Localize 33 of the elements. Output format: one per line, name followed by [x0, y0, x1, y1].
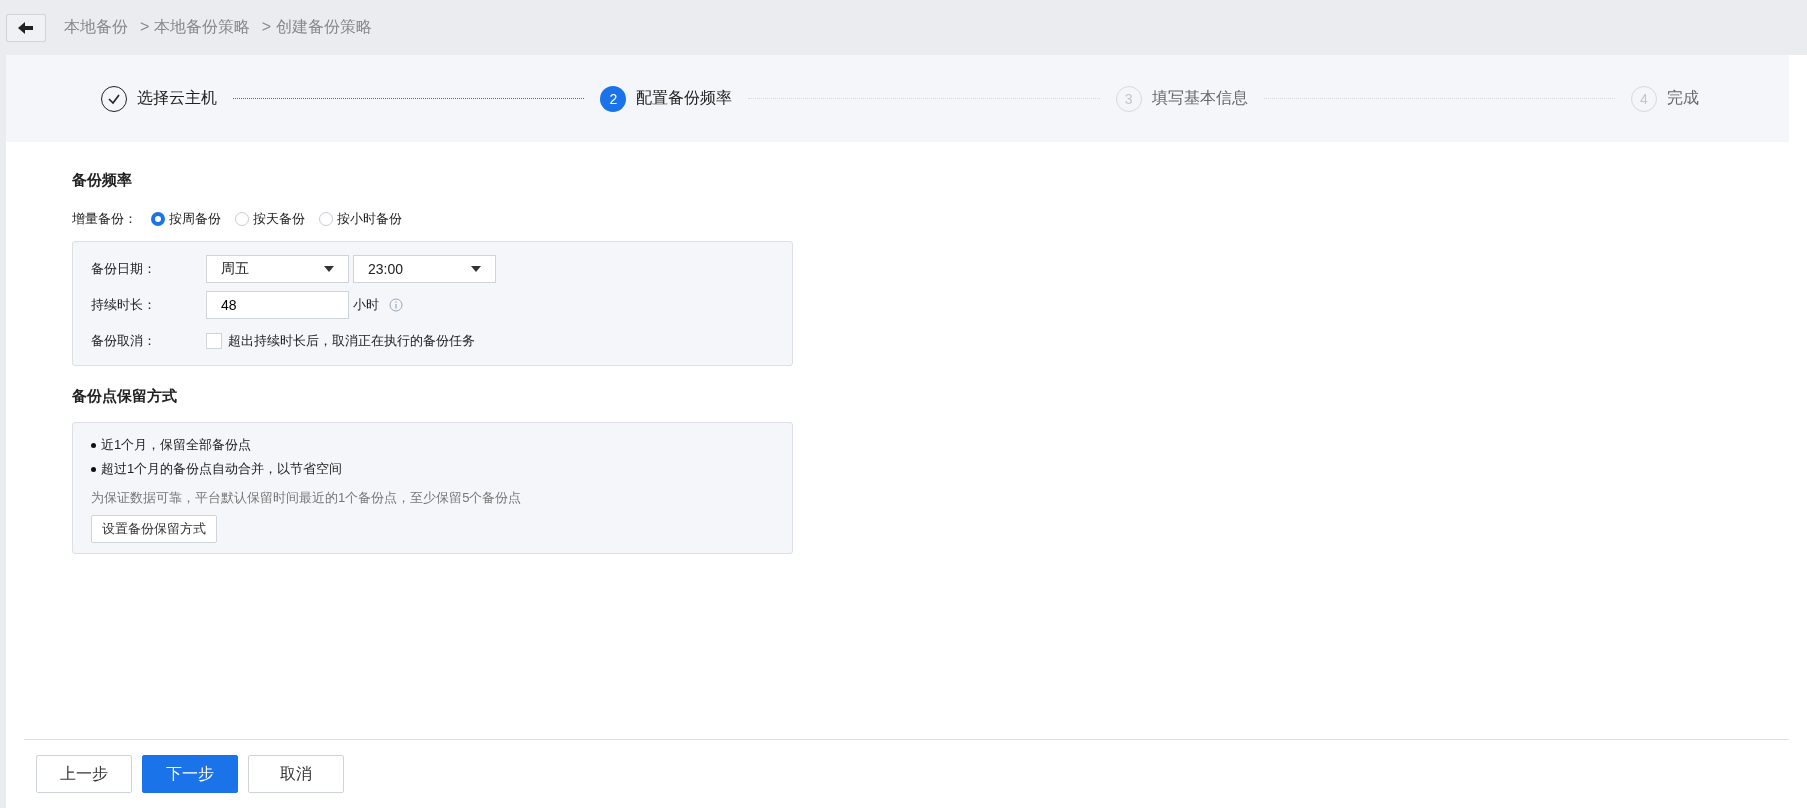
- unit-label: 小时: [353, 296, 379, 314]
- step-label: 完成: [1667, 88, 1699, 108]
- bullet-text: 近1个月，保留全部备份点: [101, 436, 252, 454]
- bullet-icon: [91, 442, 96, 448]
- retention-settings-button[interactable]: 设置备份保留方式: [91, 515, 217, 543]
- bullet-icon: [91, 466, 96, 472]
- footer-button[interactable]: 上一步: [36, 755, 132, 793]
- radio-option[interactable]: 按小时备份: [319, 210, 402, 228]
- cancel-checkbox[interactable]: 超出持续时长后，取消正在执行的备份任务: [206, 332, 475, 350]
- footer-button[interactable]: 下一步: [142, 755, 238, 793]
- field-label: 备份取消：: [91, 332, 157, 350]
- section-title: 备份点保留方式: [72, 387, 178, 406]
- step-label: 填写基本信息: [1151, 88, 1248, 108]
- step-number: 2: [600, 85, 627, 112]
- step-label: 选择云主机: [137, 88, 217, 108]
- info-icon: [389, 298, 403, 312]
- bullet-text: 超过1个月的备份点自动合并，以节省空间: [101, 460, 343, 478]
- caret-icon: [471, 266, 481, 272]
- section-title: 备份频率: [72, 171, 133, 190]
- radio-option[interactable]: 按天备份: [235, 210, 305, 228]
- field-label: 备份日期：: [91, 260, 157, 278]
- footer-button[interactable]: 取消: [248, 755, 344, 793]
- note-text: 为保证数据可靠，平台默认保留时间最近的1个备份点，至少保留5个备份点: [91, 489, 523, 507]
- field-label: 持续时长：: [91, 296, 157, 314]
- duration-input[interactable]: 48: [206, 291, 349, 319]
- step-label: 配置备份频率: [636, 88, 733, 108]
- back-button[interactable]: [6, 13, 46, 42]
- radio-option[interactable]: 按周备份: [151, 210, 221, 228]
- arrow-left-icon: [18, 21, 34, 34]
- field-label: 增量备份：: [72, 210, 137, 228]
- time-dropdown[interactable]: 23:00: [353, 255, 496, 283]
- day-dropdown[interactable]: 周五: [206, 255, 349, 283]
- caret-icon: [324, 266, 334, 272]
